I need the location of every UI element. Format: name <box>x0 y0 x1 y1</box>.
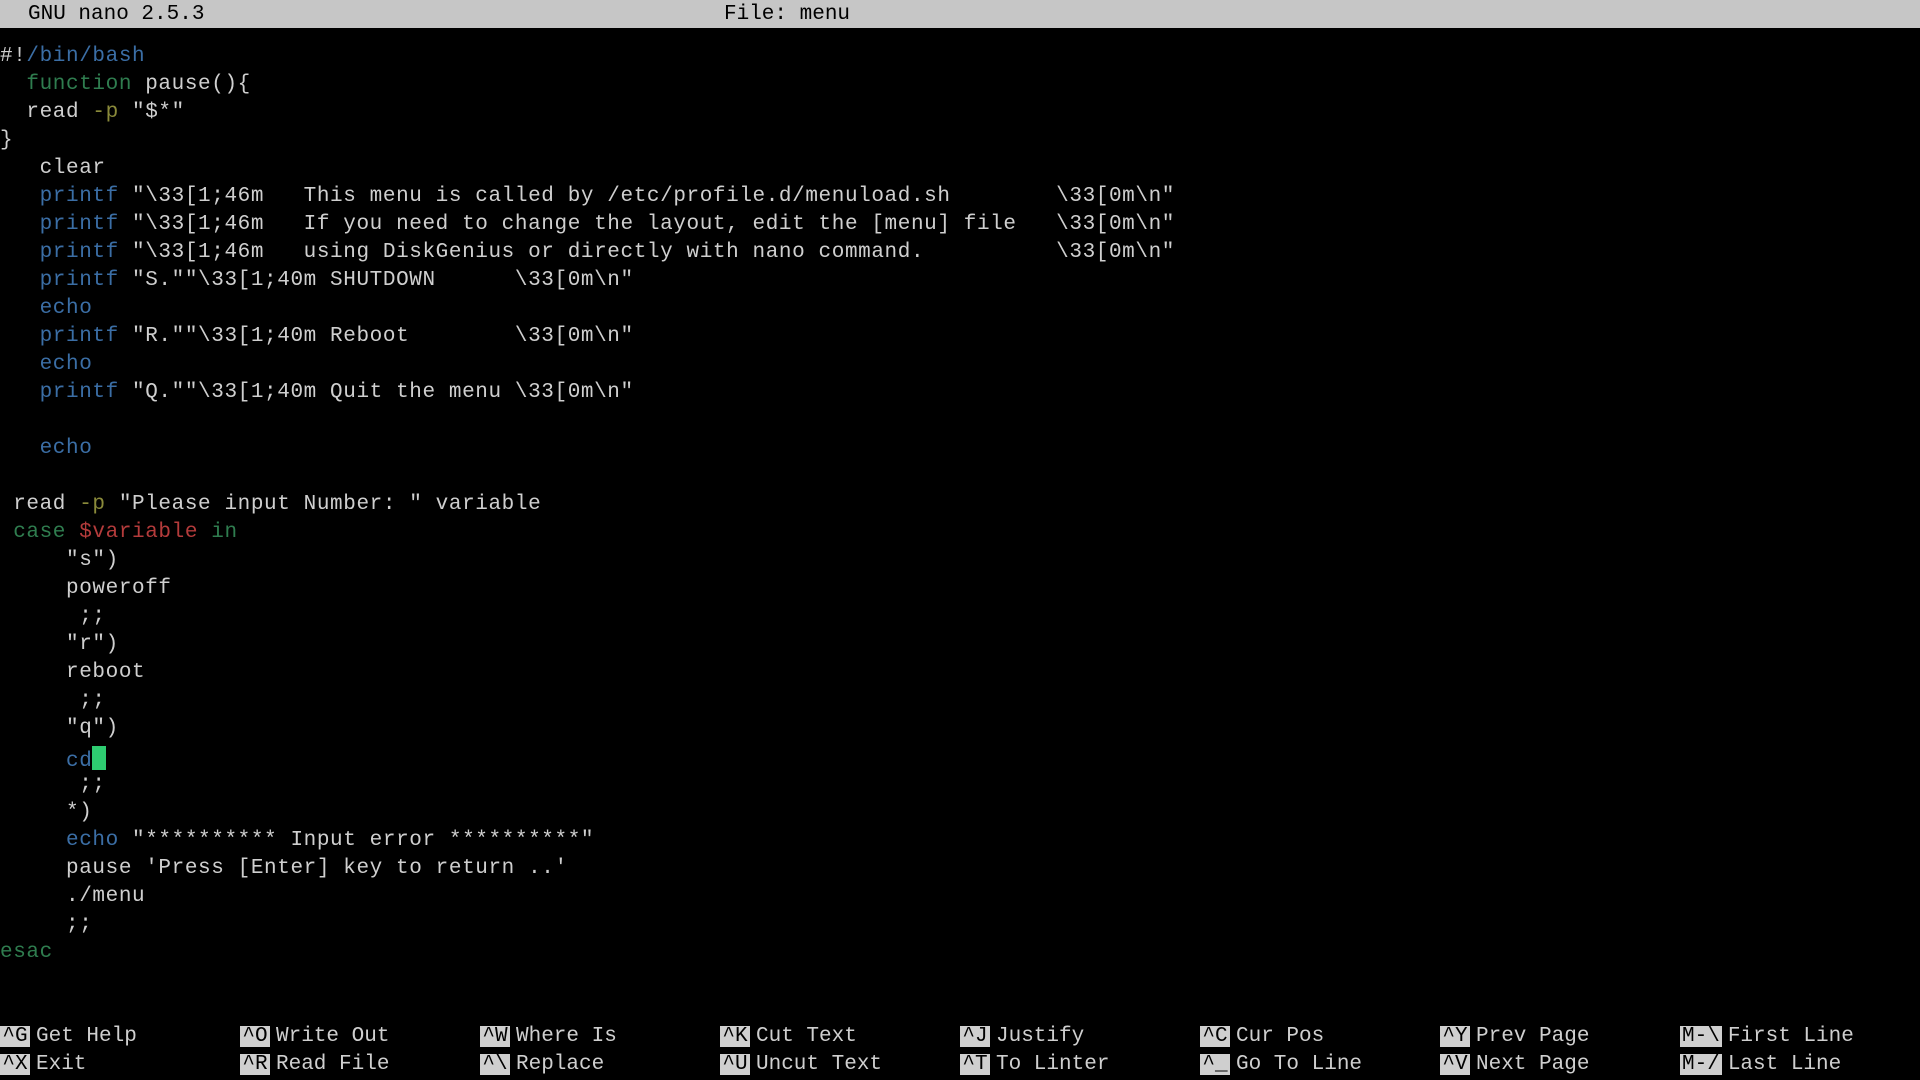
shortcut-key: ^X <box>0 1054 30 1075</box>
file-name: File: menu <box>724 4 1916 25</box>
shortcut-key: ^_ <box>1200 1054 1230 1075</box>
cursor <box>92 746 106 770</box>
code-line[interactable] <box>0 410 1920 438</box>
code-line[interactable] <box>0 466 1920 494</box>
shortcut-to-linter[interactable]: ^T To Linter <box>960 1054 1200 1075</box>
app-name: GNU nano 2.5.3 <box>4 4 724 25</box>
code-line[interactable]: clear <box>0 158 1920 186</box>
code-line[interactable]: read -p "Please input Number: " variable <box>0 494 1920 522</box>
shortcut-label: Justify <box>996 1026 1084 1047</box>
code-line[interactable]: printf "\33[1;46m If you need to change … <box>0 214 1920 242</box>
code-line[interactable]: esac <box>0 942 1920 970</box>
shortcut-key: M-/ <box>1680 1054 1722 1075</box>
code-line[interactable]: echo "********** Input error **********" <box>0 830 1920 858</box>
shortcut-prev-page[interactable]: ^Y Prev Page <box>1440 1026 1680 1047</box>
shortcut-replace[interactable]: ^\ Replace <box>480 1054 720 1075</box>
code-line[interactable]: ;; <box>0 690 1920 718</box>
shortcut-where-is[interactable]: ^W Where Is <box>480 1026 720 1047</box>
code-line[interactable]: ;; <box>0 606 1920 634</box>
code-line[interactable]: "r") <box>0 634 1920 662</box>
shortcut-key: M-\ <box>1680 1026 1722 1047</box>
shortcut-label: Where Is <box>516 1026 617 1047</box>
code-line[interactable]: pause 'Press [Enter] key to return ..' <box>0 858 1920 886</box>
shortcut-label: Cur Pos <box>1236 1026 1324 1047</box>
shortcut-bar: ^G Get Help ^O Write Out ^W Where Is ^K Cut Tex… <box>0 1022 1920 1080</box>
shortcut-label: To Linter <box>996 1054 1109 1075</box>
shortcut-get-help[interactable]: ^G Get Help <box>0 1026 240 1047</box>
shortcut-label: Get Help <box>36 1026 137 1047</box>
title-bar: GNU nano 2.5.3 File: menu <box>0 0 1920 28</box>
code-line[interactable]: echo <box>0 354 1920 382</box>
shortcut-label: Last Line <box>1728 1054 1841 1075</box>
shortcut-uncut-text[interactable]: ^U Uncut Text <box>720 1054 960 1075</box>
shortcut-key: ^U <box>720 1054 750 1075</box>
shortcut-label: Uncut Text <box>756 1054 882 1075</box>
shortcut-label: Go To Line <box>1236 1054 1362 1075</box>
code-line[interactable]: cd <box>0 746 1920 774</box>
code-line[interactable]: *) <box>0 802 1920 830</box>
shortcut-key: ^K <box>720 1026 750 1047</box>
shortcut-first-line[interactable]: M-\ First Line <box>1680 1026 1920 1047</box>
code-line[interactable]: case $variable in <box>0 522 1920 550</box>
shortcut-key: ^R <box>240 1054 270 1075</box>
code-line[interactable]: #!/bin/bash <box>0 46 1920 74</box>
code-line[interactable]: poweroff <box>0 578 1920 606</box>
shortcut-label: Replace <box>516 1054 604 1075</box>
editor-area[interactable]: #!/bin/bash function pause(){ read -p "$… <box>0 28 1920 970</box>
shortcut-label: Write Out <box>276 1026 389 1047</box>
shortcut-go-to-line[interactable]: ^_ Go To Line <box>1200 1054 1440 1075</box>
shortcut-label: Cut Text <box>756 1026 857 1047</box>
shortcut-read-file[interactable]: ^R Read File <box>240 1054 480 1075</box>
code-line[interactable]: printf "\33[1;46m using DiskGenius or di… <box>0 242 1920 270</box>
shortcut-label: Next Page <box>1476 1054 1589 1075</box>
code-line[interactable]: "q") <box>0 718 1920 746</box>
shortcut-last-line[interactable]: M-/ Last Line <box>1680 1054 1920 1075</box>
code-line[interactable]: printf "R.""\33[1;40m Reboot \33[0m\n" <box>0 326 1920 354</box>
shortcut-key: ^J <box>960 1026 990 1047</box>
shortcut-label: Exit <box>36 1054 86 1075</box>
shortcut-key: ^W <box>480 1026 510 1047</box>
shortcut-write-out[interactable]: ^O Write Out <box>240 1026 480 1047</box>
code-line[interactable]: "s") <box>0 550 1920 578</box>
shortcut-exit[interactable]: ^X Exit <box>0 1054 240 1075</box>
code-line[interactable]: echo <box>0 438 1920 466</box>
code-line[interactable]: reboot <box>0 662 1920 690</box>
shortcut-key: ^C <box>1200 1026 1230 1047</box>
shortcut-justify[interactable]: ^J Justify <box>960 1026 1200 1047</box>
code-line[interactable]: read -p "$*" <box>0 102 1920 130</box>
shortcut-label: Prev Page <box>1476 1026 1589 1047</box>
code-line[interactable]: printf "Q.""\33[1;40m Quit the menu \33[… <box>0 382 1920 410</box>
shortcut-key: ^G <box>0 1026 30 1047</box>
shortcut-key: ^\ <box>480 1054 510 1075</box>
shortcut-key: ^V <box>1440 1054 1470 1075</box>
shortcut-cur-pos[interactable]: ^C Cur Pos <box>1200 1026 1440 1047</box>
code-line[interactable]: printf "\33[1;46m This menu is called by… <box>0 186 1920 214</box>
code-line[interactable]: ;; <box>0 914 1920 942</box>
shortcut-label: First Line <box>1728 1026 1854 1047</box>
code-line[interactable]: echo <box>0 298 1920 326</box>
shortcut-key: ^O <box>240 1026 270 1047</box>
shortcut-label: Read File <box>276 1054 389 1075</box>
shortcut-cut-text[interactable]: ^K Cut Text <box>720 1026 960 1047</box>
shortcut-next-page[interactable]: ^V Next Page <box>1440 1054 1680 1075</box>
code-line[interactable]: ;; <box>0 774 1920 802</box>
code-line[interactable]: ./menu <box>0 886 1920 914</box>
code-line[interactable]: function pause(){ <box>0 74 1920 102</box>
code-line[interactable]: printf "S.""\33[1;40m SHUTDOWN \33[0m\n" <box>0 270 1920 298</box>
code-line[interactable]: } <box>0 130 1920 158</box>
shortcut-key: ^T <box>960 1054 990 1075</box>
shortcut-key: ^Y <box>1440 1026 1470 1047</box>
